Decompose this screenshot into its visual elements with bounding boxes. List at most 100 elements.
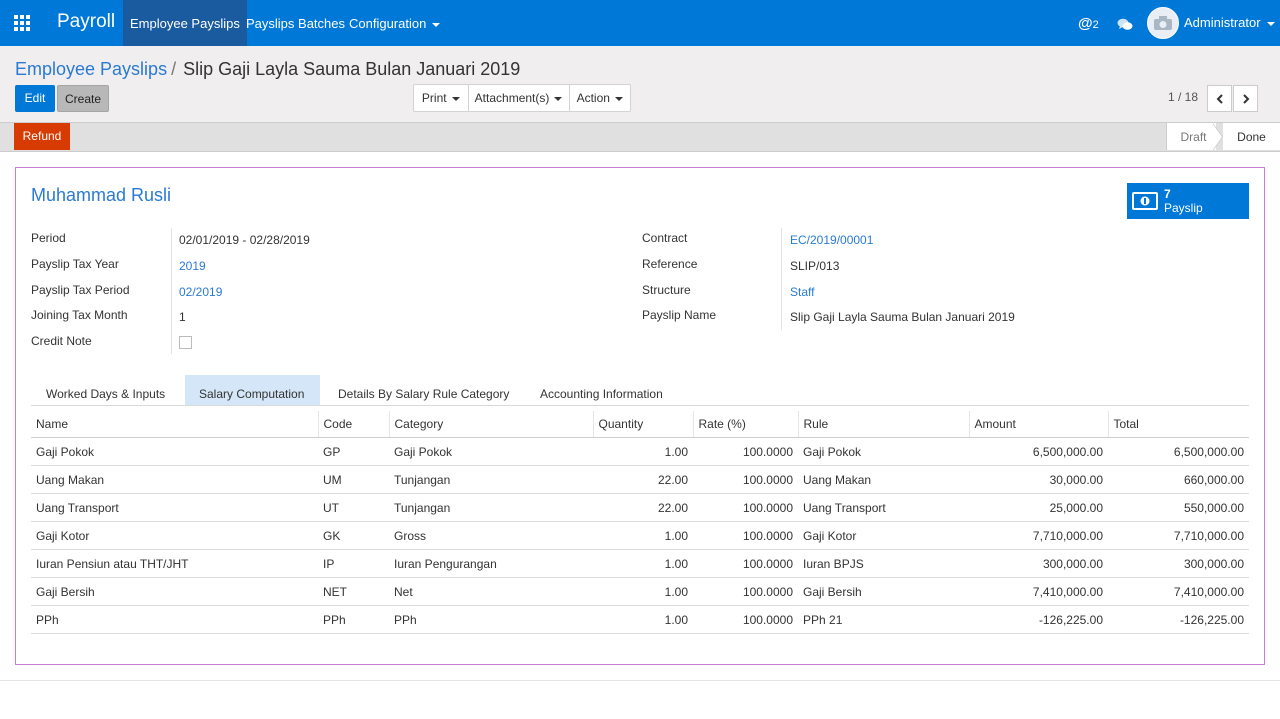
action-dropdown[interactable]: Action (570, 85, 630, 111)
cell-quantity: 1.00 (593, 549, 693, 578)
cell-code: GP (318, 437, 389, 466)
cell-total: 7,410,000.00 (1108, 577, 1249, 606)
chevron-down-icon (451, 96, 460, 101)
cell-rule: Uang Makan (798, 465, 969, 494)
user-menu[interactable]: Administrator (1184, 15, 1275, 30)
chevron-down-icon (432, 22, 441, 27)
cell-rule: PPh 21 (798, 605, 969, 634)
left-field-separator (171, 228, 172, 354)
cell-rate: 100.0000 (693, 549, 798, 578)
cell-name: Gaji Pokok (31, 437, 318, 466)
payslip-name-value: Slip Gaji Layla Sauma Bulan Januari 2019 (790, 310, 1015, 324)
table-row[interactable]: Gaji Bersih NET Net 1.00 100.0000 Gaji B… (31, 577, 1249, 606)
column-header-name[interactable]: Name (31, 411, 318, 438)
period-label: Period (31, 231, 66, 245)
chevron-down-icon (1266, 21, 1275, 26)
stage-draft[interactable]: Draft (1166, 123, 1216, 150)
cell-total: 6,500,000.00 (1108, 437, 1249, 466)
apps-menu-icon[interactable] (14, 15, 32, 31)
breadcrumb-current: Slip Gaji Layla Sauma Bulan Januari 2019 (183, 59, 521, 79)
pager-previous-button[interactable] (1207, 85, 1232, 112)
chat-icon[interactable] (1117, 18, 1133, 31)
column-header-quantity[interactable]: Quantity (592, 411, 693, 438)
cell-code: PPh (318, 605, 389, 634)
form-statusbar (0, 122, 1280, 152)
create-button[interactable]: Create (57, 85, 109, 112)
cell-rate: 100.0000 (693, 465, 798, 494)
cell-rule: Gaji Kotor (798, 521, 969, 550)
table-row[interactable]: Gaji Kotor GK Gross 1.00 100.0000 Gaji K… (31, 521, 1249, 550)
table-row[interactable]: Iuran Pensiun atau THT/JHT IP Iuran Peng… (31, 549, 1249, 578)
camera-icon (1154, 16, 1172, 30)
cell-amount: 7,710,000.00 (969, 521, 1108, 550)
cell-amount: 30,000.00 (969, 465, 1108, 494)
tax-year-label: Payslip Tax Year (31, 257, 119, 271)
cell-quantity: 1.00 (593, 521, 693, 550)
table-row[interactable]: Uang Makan UM Tunjangan 22.00 100.0000 U… (31, 465, 1249, 494)
credit-note-checkbox[interactable] (179, 336, 192, 349)
chevron-down-icon (614, 96, 623, 101)
column-header-amount[interactable]: Amount (968, 411, 1108, 438)
control-panel (0, 46, 1280, 122)
column-header-rate[interactable]: Rate (%) (692, 411, 798, 438)
table-row[interactable]: Uang Transport UT Tunjangan 22.00 100.00… (31, 493, 1249, 522)
joining-tax-month-label: Joining Tax Month (31, 308, 128, 322)
table-row[interactable]: Gaji Pokok GP Gaji Pokok 1.00 100.0000 G… (31, 437, 1249, 466)
column-header-code[interactable]: Code (317, 411, 389, 438)
payslip-label: Payslip (1164, 201, 1203, 215)
cell-code: UT (318, 493, 389, 522)
cell-total: 550,000.00 (1108, 493, 1249, 522)
cell-rate: 100.0000 (693, 605, 798, 634)
menu-employee-payslips[interactable]: Employee Payslips (123, 0, 247, 46)
cell-category: Iuran Pengurangan (389, 549, 593, 578)
cell-code: UM (318, 465, 389, 494)
sidebar-dropdowns: Print Attachment(s) Action (413, 84, 631, 112)
pager-next-button[interactable] (1233, 85, 1258, 112)
menu-payslips-batches[interactable]: Payslips Batches (246, 0, 345, 46)
attachments-dropdown[interactable]: Attachment(s) (469, 85, 570, 111)
user-name-label: Administrator (1184, 15, 1261, 30)
column-header-category[interactable]: Category (388, 411, 593, 438)
cell-quantity: 22.00 (593, 465, 693, 494)
column-header-rule[interactable]: Rule (797, 411, 969, 438)
action-dropdown-label: Action (576, 91, 610, 105)
payslip-smart-button[interactable]: 7 Payslip (1127, 183, 1249, 219)
tax-period-link[interactable]: 02/2019 (179, 285, 222, 299)
cell-quantity: 1.00 (593, 437, 693, 466)
tab-salary-computation[interactable]: Salary Computation (185, 375, 320, 406)
cell-category: Gaji Pokok (389, 437, 593, 466)
table-row[interactable]: PPh PPh PPh 1.00 100.0000 PPh 21 -126,22… (31, 605, 1249, 634)
app-brand[interactable]: Payroll (57, 11, 115, 33)
stage-arrow (1212, 123, 1222, 151)
chevron-right-icon (1243, 94, 1250, 104)
edit-button[interactable]: Edit (15, 85, 55, 112)
user-avatar[interactable] (1147, 7, 1179, 39)
cell-quantity: 1.00 (593, 605, 693, 634)
page-bottom-divider (0, 680, 1280, 681)
column-header-total[interactable]: Total (1107, 411, 1249, 438)
cell-category: Gross (389, 521, 593, 550)
tax-year-link[interactable]: 2019 (179, 259, 206, 273)
breadcrumb: Employee Payslips / Slip Gaji Layla Sauma… (15, 59, 520, 80)
cell-category: Tunjangan (389, 465, 593, 494)
cell-name: Uang Makan (31, 465, 318, 494)
tab-details-by-salary-rule-category[interactable]: Details By Salary Rule Category (324, 375, 523, 406)
cell-name: Iuran Pensiun atau THT/JHT (31, 549, 318, 578)
contract-link[interactable]: EC/2019/00001 (790, 233, 873, 247)
refund-button[interactable]: Refund (14, 123, 70, 150)
cell-quantity: 1.00 (593, 577, 693, 606)
pager-value[interactable]: 1 / 18 (1168, 90, 1198, 104)
stage-done[interactable]: Done (1223, 123, 1280, 150)
tab-accounting-information[interactable]: Accounting Information (526, 375, 677, 406)
breadcrumb-parent-link[interactable]: Employee Payslips (15, 59, 167, 79)
structure-link[interactable]: Staff (790, 285, 814, 299)
joining-tax-month-value: 1 (179, 310, 186, 324)
cell-rate: 100.0000 (693, 437, 798, 466)
right-field-separator (781, 228, 782, 330)
employee-name[interactable]: Muhammad Rusli (31, 185, 171, 206)
mentions-button[interactable]: @2 (1078, 15, 1099, 32)
menu-configuration[interactable]: Configuration (349, 0, 441, 46)
print-dropdown[interactable]: Print (414, 85, 469, 111)
cell-total: -126,225.00 (1108, 605, 1249, 634)
tab-worked-days-inputs[interactable]: Worked Days & Inputs (32, 375, 179, 406)
